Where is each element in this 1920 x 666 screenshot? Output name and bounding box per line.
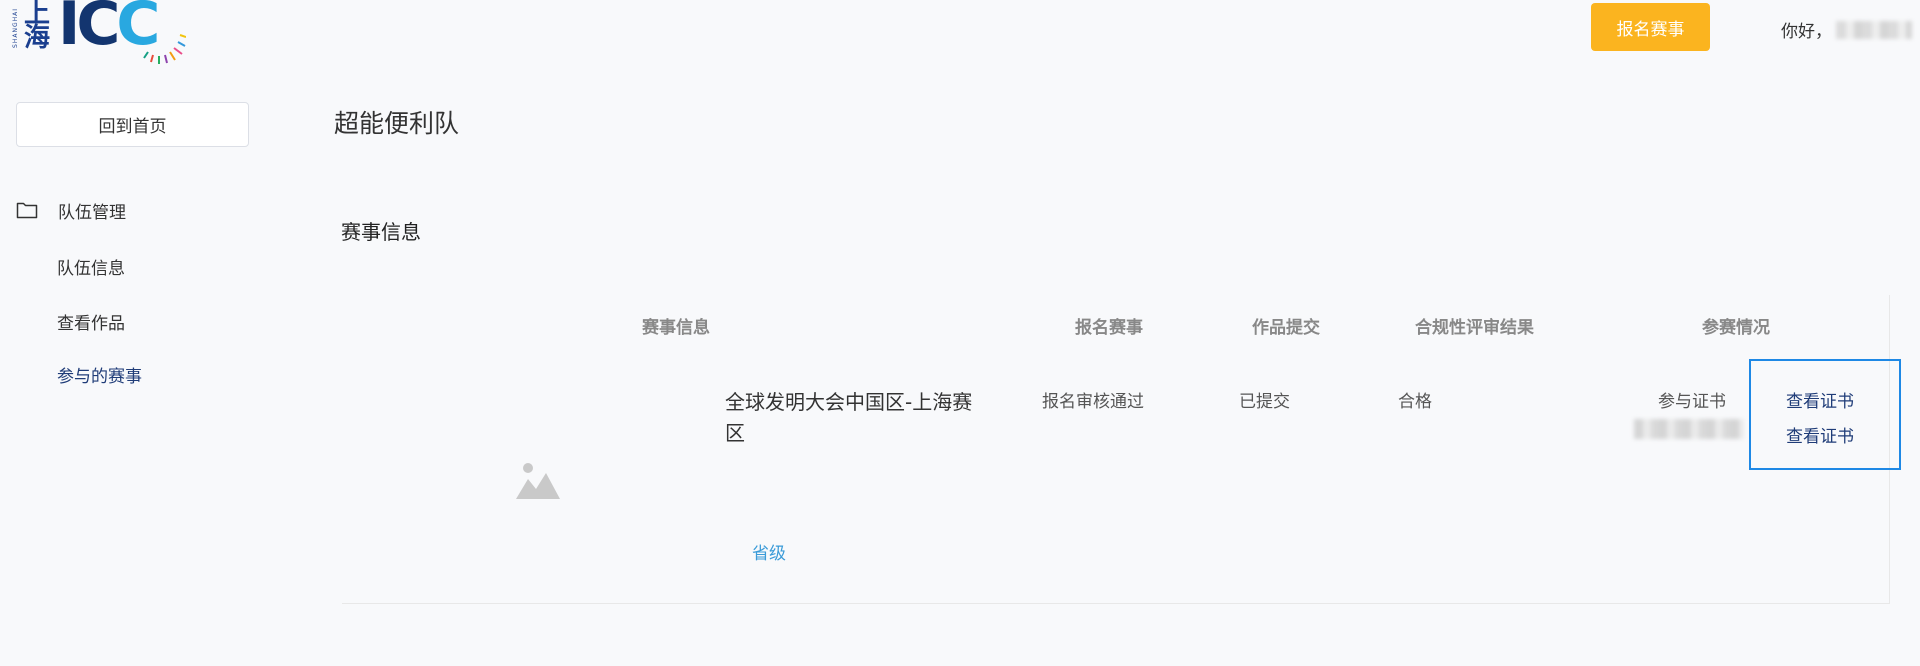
- logo-city: 上海: [23, 0, 50, 53]
- greeting-text: 你好，: [1781, 22, 1832, 42]
- view-certificate-link[interactable]: 查看证书: [1786, 422, 1854, 447]
- events-table: 赛事信息 报名赛事 作品提交 合规性评审结果 参赛情况 全球发明大会中国区-上海…: [342, 295, 1901, 604]
- participation-certificate: 参与证书: [1658, 392, 1726, 412]
- nav-group-team-management: 队伍管理: [16, 196, 126, 224]
- folder-icon: [16, 202, 38, 219]
- logo-side-text: SHANGHAI: [12, 8, 19, 48]
- user-greeting[interactable]: 你好，: [1781, 17, 1912, 42]
- blurred-username: [1836, 20, 1912, 39]
- event-level-link[interactable]: 省级: [752, 539, 786, 564]
- submission-status: 已提交: [1239, 392, 1290, 412]
- header-review: 合规性评审结果: [1415, 318, 1534, 338]
- header-signup: 报名赛事: [1075, 318, 1143, 338]
- review-result: 合格: [1398, 392, 1432, 412]
- section-title: 赛事信息: [341, 220, 421, 244]
- nav-group-header[interactable]: 队伍管理: [16, 196, 126, 224]
- header-participation: 参赛情况: [1702, 318, 1770, 338]
- sidebar-item-events[interactable]: 参与的赛事: [57, 362, 142, 387]
- blurred-award: [1634, 419, 1744, 439]
- image-placeholder-icon: [516, 463, 560, 499]
- header-submission: 作品提交: [1252, 318, 1320, 338]
- certificate-actions: 查看证书 查看证书: [1749, 359, 1901, 470]
- sidebar-item-view-works[interactable]: 查看作品: [57, 309, 125, 334]
- view-certificate-link[interactable]: 查看证书: [1786, 387, 1854, 412]
- event-name: 全球发明大会中国区-上海赛区: [725, 390, 973, 445]
- signup-status: 报名审核通过: [1042, 392, 1144, 412]
- team-name-title: 超能便利队: [334, 109, 460, 138]
- icc-logo[interactable]: SHANGHAI 上海 ICC: [12, 0, 186, 66]
- sidebar-item-team-info[interactable]: 队伍信息: [57, 254, 125, 279]
- header-event-info: 赛事信息: [642, 318, 710, 338]
- nav-group-label: 队伍管理: [58, 202, 126, 223]
- signup-event-button[interactable]: 报名赛事: [1591, 3, 1710, 51]
- back-home-button[interactable]: 回到首页: [16, 102, 249, 147]
- logo-ring-icon: [143, 34, 186, 64]
